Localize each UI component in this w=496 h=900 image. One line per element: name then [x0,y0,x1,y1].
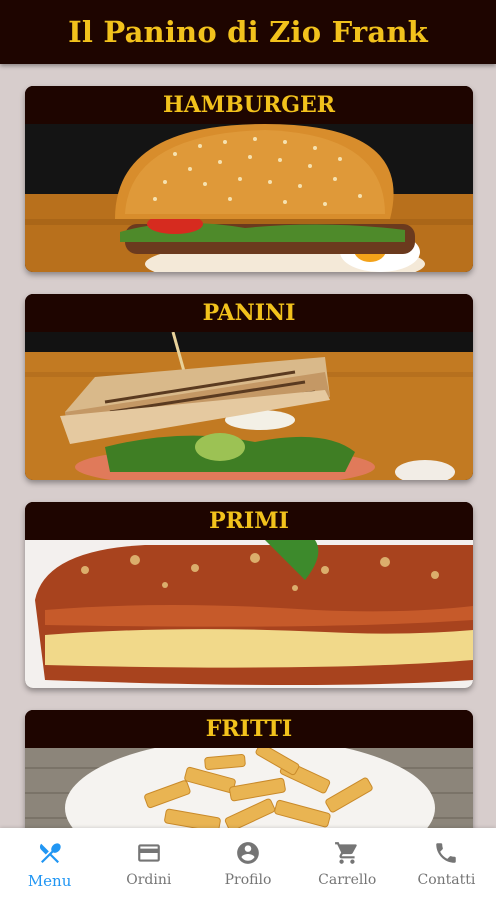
sandwich-photo [25,332,473,480]
app-title: Il Panino di Zio Frank [68,15,428,49]
nav-tab-menu[interactable]: Menu [0,828,99,900]
phone-icon [433,840,459,866]
category-card-fritti[interactable]: FRITTI [25,710,473,828]
category-card-primi[interactable]: PRIMI [25,502,473,688]
card-header: HAMBURGER [25,86,473,124]
fries-illustration [25,748,473,828]
card-header: FRITTI [25,710,473,748]
sandwich-illustration [25,332,473,480]
credit-card-icon [136,840,162,866]
utensils-icon [37,840,63,866]
app-bar: Il Panino di Zio Frank [0,0,496,64]
hamburger-illustration [25,124,473,272]
bottom-navigation: Menu Ordini Profilo Carrello Contatti [0,828,496,900]
lasagna-photo [25,540,473,688]
nav-tab-contatti[interactable]: Contatti [397,828,496,900]
category-card-panini[interactable]: PANINI [25,294,473,480]
category-title: FRITTI [205,716,293,742]
nav-tab-carrello[interactable]: Carrello [298,828,397,900]
fries-photo [25,748,473,828]
category-title: PANINI [202,300,296,326]
hamburger-photo [25,124,473,272]
lasagna-illustration [25,540,473,688]
nav-label: Carrello [318,872,377,888]
cart-icon [334,840,360,866]
category-title: HAMBURGER [162,92,336,118]
category-card-hamburger[interactable]: HAMBURGER [25,86,473,272]
nav-label: Contatti [417,872,476,888]
card-header: PRIMI [25,502,473,540]
account-circle-icon [235,840,261,866]
nav-tab-ordini[interactable]: Ordini [99,828,198,900]
category-title: PRIMI [209,508,289,534]
card-header: PANINI [25,294,473,332]
nav-label: Menu [27,872,72,890]
nav-label: Ordini [126,872,172,888]
menu-category-list[interactable]: HAMBURGER PANINI PRIMI FRITTI [0,64,496,828]
nav-tab-profilo[interactable]: Profilo [198,828,297,900]
nav-label: Profilo [224,872,272,888]
